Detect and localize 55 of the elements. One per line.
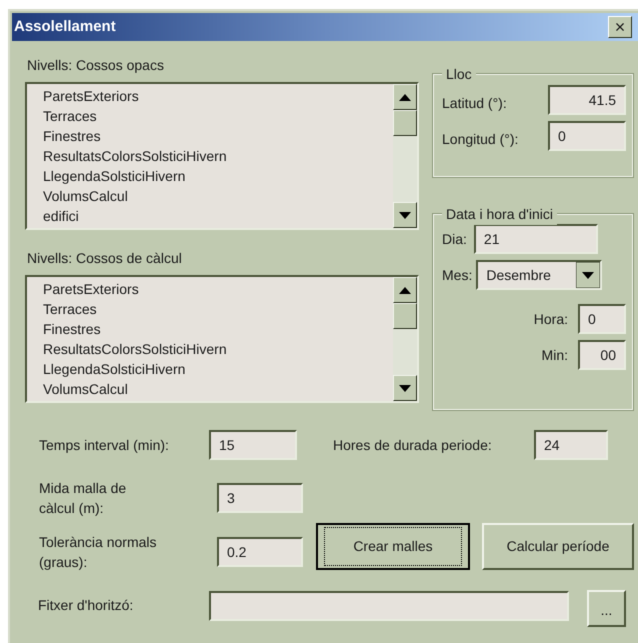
scroll-button[interactable]: [393, 375, 417, 401]
scroll-button[interactable]: [393, 84, 417, 110]
list-item[interactable]: edifici: [43, 206, 79, 226]
list-item[interactable]: VolumsCalcul: [43, 379, 128, 399]
text-field[interactable]: 24: [534, 430, 608, 460]
up-arrow-icon: [399, 286, 411, 294]
action-button[interactable]: Calcular període: [482, 523, 634, 570]
list-item[interactable]: LlegendaSolsticiHivern: [43, 166, 186, 186]
down-arrow-icon: [399, 384, 411, 392]
list-item[interactable]: Terraces: [43, 299, 97, 319]
scrollbar[interactable]: [393, 277, 417, 401]
field-label: Hores de durada periode:: [333, 436, 493, 455]
text-field[interactable]: 15: [209, 430, 297, 460]
action-button[interactable]: Crear malles: [316, 523, 470, 570]
list-item[interactable]: ResultatsColorsSolsticiHivern: [43, 146, 227, 166]
text-field[interactable]: 0: [578, 304, 626, 334]
list-item[interactable]: LlegendaSolsticiHivern: [43, 359, 186, 379]
dropdown-arrow-icon: [576, 262, 600, 288]
field-label: Fitxer d'horitzó:: [38, 596, 134, 615]
field-label: Mida malla de càlcul (m):: [39, 479, 128, 518]
list-label: Nivells: Cossos de càlcul: [27, 249, 183, 268]
window-title: Assolellament: [14, 16, 116, 37]
scroll-button[interactable]: [393, 202, 417, 228]
text-field[interactable]: 0.2: [217, 537, 303, 567]
close-button[interactable]: ×: [608, 16, 632, 38]
text-field[interactable]: 41.5: [548, 85, 626, 115]
file-path-field[interactable]: [209, 590, 569, 620]
field-label: Mes:: [442, 266, 472, 284]
list-item[interactable]: VolumsCalcul: [43, 186, 128, 206]
browse-button[interactable]: ...: [587, 590, 626, 627]
list-item[interactable]: Finestres: [43, 126, 101, 146]
field-label: Hora:: [534, 310, 568, 328]
scroll-button[interactable]: [393, 277, 417, 303]
text-field[interactable]: 00: [578, 340, 626, 370]
field-label: Tolerància normals (graus):: [39, 533, 158, 572]
up-arrow-icon: [399, 94, 411, 100]
field-label: Dia:: [442, 230, 467, 248]
text-field[interactable]: 3: [217, 483, 303, 513]
text-field[interactable]: 0: [548, 121, 626, 151]
list-item[interactable]: Finestres: [43, 319, 101, 339]
list-item[interactable]: ParetsExteriors: [43, 279, 139, 299]
list-label: Nivells: Cossos opacs: [27, 56, 165, 75]
field-label: Latitud (°):: [442, 94, 507, 113]
field-label: Longitud (°):: [442, 130, 518, 149]
list-item[interactable]: Terraces: [43, 106, 97, 126]
scroll-thumb[interactable]: [393, 110, 417, 136]
scroll-thumb[interactable]: [393, 303, 417, 329]
field-label: Min:: [542, 346, 568, 364]
down-arrow-icon: [399, 212, 411, 218]
month-dropdown[interactable]: Desembre: [476, 260, 602, 290]
text-field[interactable]: 21: [474, 224, 598, 254]
list-item[interactable]: ResultatsColorsSolsticiHivern: [43, 339, 227, 359]
scrollbar[interactable]: [393, 84, 417, 228]
field-label: Temps interval (min):: [39, 436, 170, 455]
list-item[interactable]: ParetsExteriors: [43, 86, 139, 106]
